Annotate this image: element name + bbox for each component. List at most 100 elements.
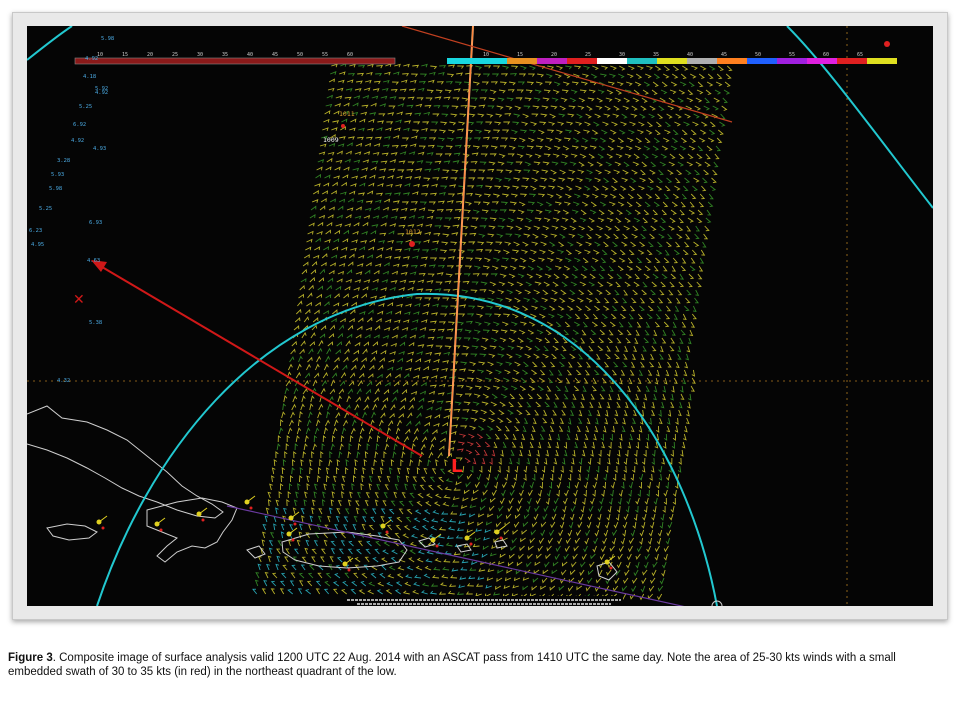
wind-barb [603,177,610,183]
wind-barb [394,373,401,379]
wind-barb [486,369,493,375]
wind-barb [636,433,641,441]
wind-barb [315,419,321,427]
wind-barb [548,185,556,190]
wind-barb [559,169,567,175]
wind-barb [447,73,455,78]
wind-barb [445,400,453,405]
wind-barb [438,71,445,76]
wind-barb [345,467,349,475]
wind-barb [386,246,393,251]
wind-barb [561,345,567,352]
wind-barb [336,341,342,347]
wind-barb [578,577,584,584]
wind-barb [463,489,470,495]
wind-barb [532,105,540,110]
wind-barb [536,393,543,400]
wind-barb [607,209,615,215]
wind-barb [348,73,356,77]
wind-barb [339,318,346,323]
wind-barb [334,524,339,531]
wind-barb [615,153,623,159]
wind-barb [540,177,548,182]
wind-barb [328,206,335,211]
wind-barb [513,113,521,118]
wind-barb [406,168,414,173]
wind-barb [472,337,480,342]
wind-barb [491,329,499,334]
wind-barb [670,81,678,87]
legend-tick-label: 30 [197,52,203,58]
wind-barb [677,345,682,353]
wind-barb [544,209,552,214]
wind-barb [557,121,565,126]
wind-barb [616,145,624,150]
wind-barb [317,515,322,523]
wind-barb [496,233,504,238]
wind-barb [360,175,367,179]
wind-barb [627,193,634,199]
wind-barb [376,435,381,443]
wind-barb [502,321,509,327]
wind-barb [626,561,631,569]
wind-barb [643,145,651,151]
wind-barb [623,353,628,360]
wind-barb [578,97,586,103]
wind-barb [331,127,338,131]
wind-barb [470,465,474,473]
wind-barb [661,457,665,465]
wind-barb [683,121,691,127]
wind-barb [366,200,373,204]
wind-barb [430,525,437,531]
wind-barb [367,435,373,443]
wind-barb [674,121,681,127]
wind-barb [343,229,349,235]
wind-barb [724,81,731,87]
wind-barb [623,465,627,473]
wind-barb [594,113,602,119]
wind-barb [595,297,601,304]
wind-barb [604,169,612,175]
wind-barb [341,118,348,123]
wind-barb [402,533,409,539]
wind-barb [474,481,480,489]
wind-barb [290,411,295,419]
wind-barb [386,427,392,435]
wind-barb [268,540,273,547]
wind-barb [423,467,428,475]
wind-barb [341,427,347,435]
wind-barb [570,345,577,351]
wind-barb [328,78,335,83]
wind-barb [405,367,412,372]
wind-barb [385,372,392,379]
wind-barb [679,273,685,280]
wind-barb [611,121,618,127]
wind-barb [351,581,358,587]
wind-barb [494,481,498,489]
wind-barb [549,585,556,591]
wind-barb [307,356,313,363]
wind-barb [645,193,653,199]
wind-barb [571,209,579,214]
wind-barb [444,345,452,350]
wind-barb [563,449,568,457]
wind-barb [646,545,651,553]
wind-barb [567,113,575,118]
wind-barb [422,184,430,188]
wind-barb [562,145,570,151]
wind-barb [358,435,363,443]
wind-barb [409,271,417,276]
wind-barb [665,185,671,192]
wind-barb [359,118,366,123]
wind-barb [328,459,333,467]
wind-barb [678,281,685,288]
wind-barb [456,591,464,595]
wind-barb [545,553,551,560]
wind-barb [413,311,420,315]
wind-barb [661,81,668,87]
wind-barb [397,467,401,475]
wind-barb [342,524,348,531]
wind-barb [686,409,690,417]
wind-barb [589,209,597,215]
wind-barb [525,153,533,158]
